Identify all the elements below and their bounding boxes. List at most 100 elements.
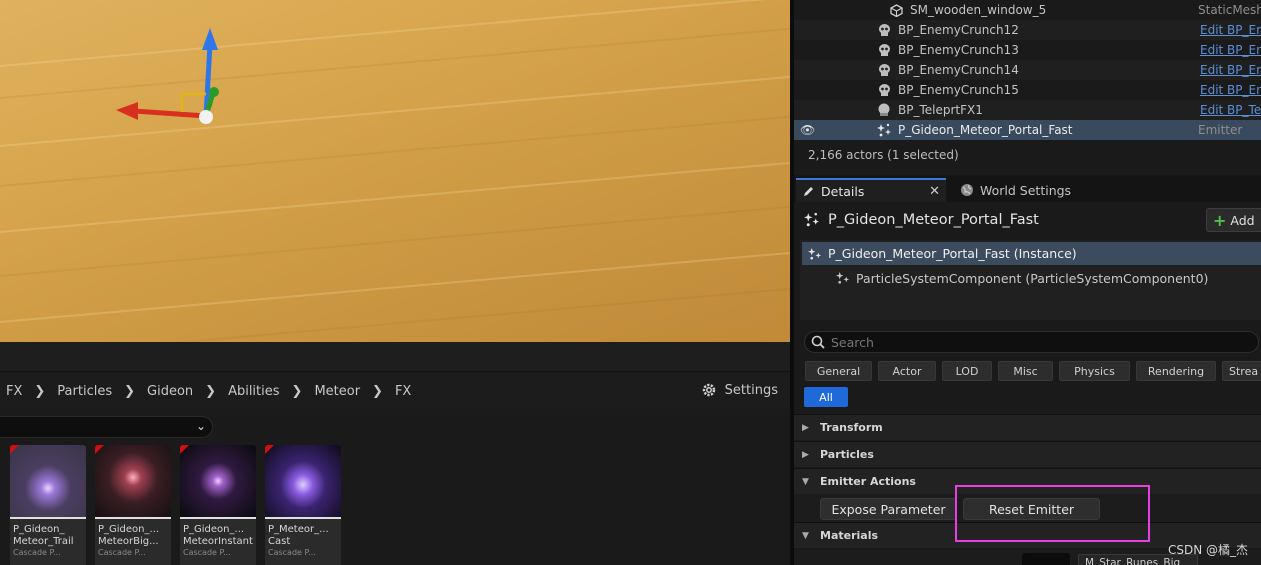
section-label: Transform bbox=[820, 421, 883, 434]
outliner-row[interactable]: SM_wooden_window_5 StaticMesh bbox=[794, 0, 1261, 20]
close-icon[interactable]: ✕ bbox=[929, 184, 940, 199]
asset-name: P_Gideon_ Meteor_Trail bbox=[13, 524, 74, 547]
asset-type: Cascade P... bbox=[268, 548, 316, 557]
settings-button[interactable]: Settings bbox=[701, 382, 778, 398]
category-actor[interactable]: Actor bbox=[878, 361, 936, 381]
asset-tile[interactable]: P_Meteor_... Cast Cascade P... bbox=[265, 445, 341, 565]
breadcrumb-item[interactable]: FX bbox=[6, 384, 22, 399]
add-component-button[interactable]: + Add bbox=[1206, 208, 1261, 232]
skull-icon bbox=[876, 42, 892, 58]
expose-parameter-button[interactable]: Expose Parameter bbox=[820, 498, 957, 520]
details-tab-bar: Details ✕ World Settings bbox=[794, 176, 1261, 202]
asset-tile[interactable]: P_Gideon_... MeteorBig... Cascade P... bbox=[95, 445, 171, 565]
filter-dropdown[interactable]: ⌄ bbox=[0, 416, 213, 438]
caret-down-icon: ▼ bbox=[802, 476, 809, 487]
outliner-row[interactable]: BP_EnemyCrunch15 Edit BP_Ene bbox=[794, 80, 1261, 100]
caret-right-icon: ▶ bbox=[802, 449, 809, 460]
category-lod[interactable]: LOD bbox=[942, 361, 992, 381]
asset-name: P_Meteor_... Cast bbox=[268, 524, 329, 547]
category-general[interactable]: General bbox=[805, 361, 872, 381]
world-outliner: SM_wooden_window_5 StaticMesh BP_EnemyCr… bbox=[794, 0, 1261, 175]
details-panel: Details ✕ World Settings P_Gideon_Meteor… bbox=[794, 176, 1261, 565]
section-label: Particles bbox=[820, 448, 874, 461]
search-placeholder: Search bbox=[831, 334, 874, 350]
gear-icon bbox=[702, 383, 715, 397]
asset-thumbnail bbox=[265, 445, 341, 517]
category-misc[interactable]: Misc bbox=[998, 361, 1053, 381]
outliner-label: BP_EnemyCrunch15 bbox=[898, 83, 1019, 97]
object-title: P_Gideon_Meteor_Portal_Fast bbox=[804, 212, 1039, 228]
outliner-row-selected[interactable]: 👁 P_Gideon_Meteor_Portal_Fast Emitter bbox=[794, 120, 1261, 140]
breadcrumb-item[interactable]: Particles bbox=[57, 384, 112, 399]
globe-icon bbox=[961, 184, 973, 196]
asset-thumbnail bbox=[95, 445, 171, 517]
component-instance-label: P_Gideon_Meteor_Portal_Fast (Instance) bbox=[828, 246, 1077, 261]
pencil-icon bbox=[804, 186, 813, 196]
asset-name: P_Gideon_... MeteorInstant bbox=[183, 524, 253, 547]
outliner-label: BP_EnemyCrunch14 bbox=[898, 63, 1019, 77]
tab-world-settings-label: World Settings bbox=[980, 182, 1072, 198]
outliner-row[interactable]: BP_EnemyCrunch12 Edit BP_Ene bbox=[794, 20, 1261, 40]
component-particle-system[interactable]: ParticleSystemComponent (ParticleSystemC… bbox=[836, 268, 1208, 288]
emitter-icon bbox=[876, 122, 892, 138]
breadcrumb-item[interactable]: Abilities bbox=[228, 384, 279, 399]
outliner-type: Emitter bbox=[1198, 123, 1243, 137]
material-thumbnail[interactable] bbox=[1022, 553, 1070, 565]
asset-type: Cascade P... bbox=[183, 548, 231, 557]
tab-world-settings[interactable]: World Settings bbox=[960, 178, 1071, 202]
highlight-box bbox=[955, 485, 1150, 542]
static-mesh-icon bbox=[888, 2, 904, 18]
chevron-right-icon: ❯ bbox=[205, 383, 217, 399]
transform-gizmo[interactable] bbox=[100, 20, 230, 130]
outliner-row[interactable]: BP_EnemyCrunch14 Edit BP_Ene bbox=[794, 60, 1261, 80]
chevron-right-icon: ❯ bbox=[291, 383, 303, 399]
outliner-row[interactable]: BP_TeleprtFX1 Edit BP_Te bbox=[794, 100, 1261, 120]
material-value: M_Star_Runes_Big bbox=[1085, 557, 1181, 565]
edit-blueprint-link[interactable]: Edit BP_Ene bbox=[1200, 63, 1261, 77]
category-physics[interactable]: Physics bbox=[1059, 361, 1130, 381]
breadcrumb-item[interactable]: FX bbox=[395, 384, 411, 399]
section-particles[interactable]: ▶ Particles bbox=[794, 441, 1261, 467]
chevron-right-icon: ❯ bbox=[124, 383, 136, 399]
watermark: CSDN @橘_杰 bbox=[1168, 543, 1249, 557]
asset-type: Cascade P... bbox=[98, 548, 146, 557]
emitter-icon bbox=[804, 212, 819, 227]
asset-tile[interactable]: P_Gideon_... MeteorInstant Cascade P... bbox=[180, 445, 256, 565]
outliner-label: SM_wooden_window_5 bbox=[910, 3, 1047, 17]
edit-blueprint-link[interactable]: Edit BP_Ene bbox=[1200, 43, 1261, 57]
outliner-label: BP_EnemyCrunch12 bbox=[898, 23, 1019, 37]
add-label: Add bbox=[1230, 212, 1255, 228]
object-name: P_Gideon_Meteor_Portal_Fast bbox=[828, 212, 1039, 228]
actor-icon bbox=[876, 102, 892, 118]
breadcrumb-item[interactable]: Meteor bbox=[314, 384, 360, 399]
section-transform[interactable]: ▶ Transform bbox=[794, 414, 1261, 440]
search-icon bbox=[811, 335, 825, 349]
edit-blueprint-link[interactable]: Edit BP_Ene bbox=[1200, 23, 1261, 37]
chevron-right-icon: ❯ bbox=[372, 383, 383, 399]
outliner-row[interactable]: BP_EnemyCrunch13 Edit BP_Ene bbox=[794, 40, 1261, 60]
settings-label: Settings bbox=[724, 382, 778, 398]
component-instance[interactable]: P_Gideon_Meteor_Portal_Fast (Instance) bbox=[802, 242, 1261, 265]
outliner-label: BP_EnemyCrunch13 bbox=[898, 43, 1019, 57]
level-viewport[interactable] bbox=[0, 0, 790, 342]
details-search-input[interactable]: Search bbox=[804, 331, 1259, 353]
tab-details-label: Details bbox=[821, 183, 865, 199]
caret-down-icon: ▼ bbox=[802, 530, 809, 541]
component-psc-label: ParticleSystemComponent (ParticleSystemC… bbox=[856, 270, 1209, 286]
emitter-icon bbox=[808, 247, 822, 260]
asset-name: P_Gideon_... MeteorBig... bbox=[98, 524, 160, 547]
section-label: Emitter Actions bbox=[820, 475, 916, 488]
breadcrumb: FX ❯ Particles ❯ Gideon ❯ Abilities ❯ Me… bbox=[0, 373, 790, 409]
category-rendering[interactable]: Rendering bbox=[1136, 361, 1216, 381]
breadcrumb-item[interactable]: Gideon bbox=[147, 384, 193, 399]
asset-type: Cascade P... bbox=[13, 548, 61, 557]
chevron-right-icon: ❯ bbox=[34, 383, 46, 399]
edit-blueprint-link[interactable]: Edit BP_Te bbox=[1200, 103, 1261, 117]
asset-tile[interactable]: P_Gideon_ Meteor_Trail Cascade P... bbox=[10, 445, 86, 565]
category-all[interactable]: All bbox=[804, 387, 848, 407]
tab-details[interactable]: Details ✕ bbox=[796, 178, 946, 202]
eye-icon[interactable]: 👁 bbox=[800, 123, 815, 137]
asset-thumbnail bbox=[180, 445, 256, 517]
category-streaming[interactable]: Strea bbox=[1222, 361, 1261, 381]
edit-blueprint-link[interactable]: Edit BP_Ene bbox=[1200, 83, 1261, 97]
